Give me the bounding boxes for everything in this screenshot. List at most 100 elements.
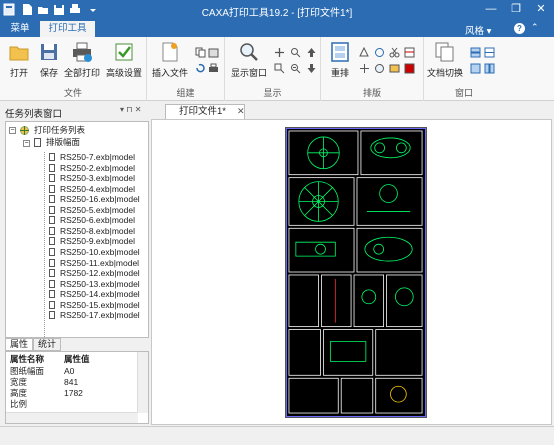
print-all-button[interactable]: 全部打印 (63, 41, 101, 79)
close-button[interactable]: ✕ (530, 1, 552, 18)
tab-menu[interactable]: 菜单 (0, 20, 40, 37)
tree-file-item[interactable]: RS250-7.exb|model (60, 152, 135, 163)
property-horizontal-scrollbar[interactable] (6, 412, 138, 423)
ribbon-collapse-icon[interactable]: ⌃ (531, 22, 539, 33)
magnifier-icon (240, 43, 258, 61)
layout-tool-3-icon[interactable] (404, 47, 415, 58)
group-file: 打开 保存 全部打印 高级设置 文件 (0, 37, 147, 101)
tree-file-item[interactable]: RS250-3.exb|model (60, 173, 135, 184)
layout-sheet-preview[interactable] (285, 127, 427, 418)
save-label: 保存 (39, 68, 58, 78)
tree-file-item[interactable]: RS250-16.exb|model (60, 194, 140, 205)
layout-tool-6-icon[interactable] (389, 63, 400, 74)
rotate-icon[interactable] (195, 63, 206, 74)
display-window-button[interactable]: 显示窗口 (229, 41, 269, 79)
open-button[interactable]: 打开 (6, 41, 32, 79)
tile-vertical-icon[interactable] (484, 63, 495, 74)
tree-file-item[interactable]: RS250-14.exb|model (60, 289, 140, 300)
tree-file-item[interactable]: RS250-9.exb|model (60, 236, 135, 247)
copy-icon[interactable] (195, 47, 206, 58)
tab-stats[interactable]: 统计 (33, 338, 61, 351)
group-layout: 重排 排版 (321, 37, 424, 101)
tab-properties[interactable]: 属性 (5, 338, 33, 351)
save-button[interactable]: 保存 (36, 41, 62, 79)
ribbon: 打开 保存 全部打印 高级设置 文件 插入文件 组建 显示窗口 显示 重排 排版… (0, 37, 554, 101)
title-bar: CAXA打印工具19.2 - [打印文件1*] — ❐ ✕ (0, 0, 554, 20)
doc-tab[interactable]: 打印文件1* (165, 104, 245, 119)
group-compose: 插入文件 组建 (147, 37, 225, 101)
tree-file-item[interactable]: RS250-12.exb|model (60, 268, 140, 279)
layout-tool-4-icon[interactable] (359, 63, 370, 74)
group-window-label: 窗口 (454, 88, 473, 98)
arrow-down-icon[interactable] (306, 63, 317, 74)
layout-tool-2-icon[interactable] (374, 47, 385, 58)
scissors-icon[interactable] (389, 47, 400, 58)
print-canvas[interactable] (151, 119, 552, 425)
minimize-button[interactable]: — (480, 1, 502, 18)
property-header: 属性名称 属性值 (6, 354, 136, 365)
file-icon (49, 216, 55, 225)
tree-file-item[interactable]: RS250-15.exb|model (60, 300, 140, 311)
file-icon (49, 258, 55, 267)
layout-tool-5-icon[interactable] (374, 63, 385, 74)
layout-tool-1-icon[interactable] (359, 47, 370, 58)
zoom-out-icon[interactable] (290, 63, 301, 74)
tree-root[interactable]: 打印任务列表 (34, 125, 85, 136)
file-icon (49, 195, 55, 204)
tree-file-item[interactable]: RS250-5.exb|model (60, 205, 135, 216)
property-grid: 属性名称 属性值 图纸幅面 A0 宽度 841 高度 1782 比例 (5, 351, 149, 424)
zoom-window-icon[interactable] (274, 63, 285, 74)
tab-print-tools[interactable]: 打印工具 (40, 21, 95, 37)
tile-horizontal-icon[interactable] (484, 47, 495, 58)
doc-switch-button[interactable]: 文档切换 (426, 41, 464, 79)
property-row[interactable]: 图纸幅面 A0 (6, 366, 136, 377)
tree-file-item[interactable]: RS250-8.exb|model (60, 226, 135, 237)
property-name: 高度 (10, 388, 28, 398)
print-all-label: 全部打印 (63, 68, 100, 78)
task-panel-controls[interactable]: ▾ ⊓ ✕ (120, 105, 141, 114)
doc-switch-label: 文档切换 (426, 68, 463, 78)
relayout-button[interactable]: 重排 (325, 41, 355, 79)
help-icon[interactable]: ? (514, 23, 525, 34)
advanced-settings-button[interactable]: 高级设置 (104, 41, 144, 79)
style-menu[interactable]: 风格 ▾ (465, 23, 491, 37)
display-window-label: 显示窗口 (230, 68, 267, 78)
app-window: CAXA打印工具19.2 - [打印文件1*] — ❐ ✕ 菜单 打印工具 风格… (0, 0, 554, 445)
file-icon (49, 269, 55, 278)
restore-button[interactable]: ❐ (505, 1, 527, 18)
layout-tool-7-icon[interactable] (404, 63, 415, 74)
tree-file-item[interactable]: RS250-6.exb|model (60, 215, 135, 226)
arrow-up-icon[interactable] (306, 47, 317, 58)
paste-icon[interactable] (208, 47, 219, 58)
property-row[interactable]: 宽度 841 (6, 377, 136, 388)
group-window: 文档切换 窗口 (424, 37, 504, 101)
tree-file-item[interactable]: RS250-11.exb|model (60, 258, 139, 269)
relayout-icon (331, 42, 349, 62)
tree-sheet[interactable]: 排版幅面 (46, 137, 80, 148)
expand-toggle-icon[interactable]: − (9, 127, 16, 134)
ribbon-tab-bar: 菜单 打印工具 风格 ▾ ? ⌃ (0, 20, 554, 37)
property-row[interactable]: 比例 (6, 399, 136, 410)
tree-file-item[interactable]: RS250-10.exb|model (60, 247, 140, 258)
tile-icon[interactable] (470, 63, 481, 74)
insert-file-button[interactable]: 插入文件 (151, 41, 189, 79)
zoom-icon[interactable] (290, 47, 301, 58)
property-row[interactable]: 高度 1782 (6, 388, 136, 399)
cascade-icon[interactable] (470, 47, 481, 58)
file-icon (49, 290, 55, 299)
group-display-label: 显示 (263, 88, 282, 98)
doc-tab-close-icon[interactable]: ✕ (237, 106, 245, 117)
task-root-icon (20, 126, 29, 135)
pan-icon[interactable] (274, 47, 285, 58)
task-tree: − 打印任务列表 − 排版幅面 RS250-7.exb|model RS250-2… (5, 121, 149, 338)
insert-file-icon (162, 42, 178, 62)
tree-file-item[interactable]: RS250-13.exb|model (60, 279, 140, 290)
file-icon (49, 311, 55, 320)
printer-small-icon[interactable] (208, 63, 219, 74)
tree-file-item[interactable]: RS250-17.exb|model (60, 310, 140, 321)
expand-toggle-icon[interactable]: − (23, 140, 30, 147)
file-icon (49, 163, 55, 172)
property-vertical-scrollbar[interactable] (137, 352, 148, 413)
tree-file-item[interactable]: RS250-4.exb|model (60, 184, 135, 195)
tree-file-item[interactable]: RS250-2.exb|model (60, 163, 135, 174)
